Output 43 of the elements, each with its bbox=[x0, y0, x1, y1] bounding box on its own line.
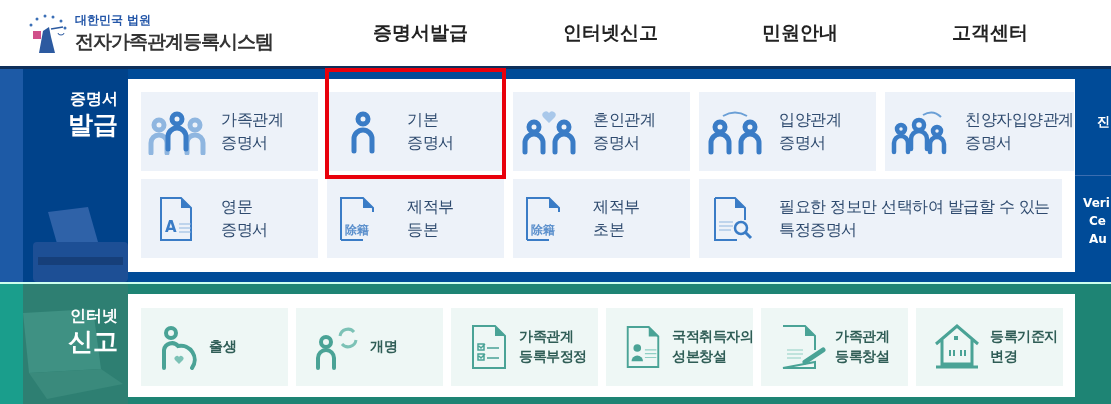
tile-label: 입양관계 증명서 bbox=[779, 109, 841, 154]
certificate-tile[interactable]: 필요한 정보만 선택하여 발급할 수 있는 특정증명서 bbox=[699, 179, 1062, 258]
side-text: 진 bbox=[1097, 113, 1111, 131]
certificate-tile[interactable]: 除籍 제적부 초본 bbox=[513, 179, 690, 258]
tile-label: 출생 bbox=[209, 337, 236, 357]
nav-link[interactable]: 고객센터 bbox=[845, 20, 1085, 46]
tile-label: 가족관계 등록창설 bbox=[835, 327, 889, 366]
report-tile[interactable]: 개명 bbox=[296, 308, 443, 386]
logo-title: 전자가족관계등록시스템 bbox=[75, 28, 273, 54]
nav-link[interactable]: 증명서발급 bbox=[325, 20, 515, 46]
tile-label: 개명 bbox=[370, 337, 397, 357]
certificate-tile[interactable]: 가족관계 증명서 bbox=[141, 92, 318, 171]
tile-label: 영문 증명서 bbox=[221, 196, 268, 241]
certificate-tile[interactable]: 除籍 제적부 등본 bbox=[327, 179, 504, 258]
report-tile[interactable]: 가족관계 등록부정정 bbox=[451, 308, 598, 386]
tile-label: 가족관계 등록부정정 bbox=[519, 327, 587, 366]
certificate-tile[interactable]: 기본 증명서 bbox=[327, 92, 504, 171]
report-tile[interactable]: 출생 bbox=[141, 308, 288, 386]
certificate-tile[interactable]: A 영문 증명서 bbox=[141, 179, 318, 258]
tile-label: 등록기준지 변경 bbox=[990, 327, 1058, 366]
section-title: 인터넷 bbox=[70, 306, 118, 327]
report-tile[interactable]: 가족관계 등록창설 bbox=[761, 308, 908, 386]
section-title: 신고 bbox=[68, 327, 118, 357]
side-text: Au bbox=[1088, 231, 1108, 248]
tile-label: 친양자입양관계 증명서 bbox=[965, 109, 1074, 154]
certificate-tile[interactable]: 혼인관계 증명서 bbox=[513, 92, 690, 171]
tile-label: 가족관계 증명서 bbox=[221, 109, 283, 154]
tile-label: 제적부 초본 bbox=[593, 196, 640, 241]
certificate-tile[interactable]: 친양자입양관계 증명서 bbox=[885, 92, 1074, 171]
logo-subtitle: 대한민국 법원 bbox=[75, 11, 153, 29]
report-tile[interactable]: 국적취득자의 성본창설 bbox=[606, 308, 753, 386]
tile-label: 제적부 등본 bbox=[407, 196, 454, 241]
report-tile[interactable]: 등록기준지 변경 bbox=[916, 308, 1063, 386]
side-text: Ce bbox=[1088, 213, 1107, 230]
tile-label: 기본 증명서 bbox=[407, 109, 454, 154]
side-text: Veri bbox=[1083, 195, 1111, 212]
certificate-tile[interactable]: 입양관계 증명서 bbox=[699, 92, 876, 171]
house-icon bbox=[932, 324, 982, 370]
section-title: 증명서 bbox=[70, 89, 118, 110]
tile-label: 국적취득자의 성본창설 bbox=[672, 327, 753, 366]
section-title: 발급 bbox=[68, 110, 118, 140]
tile-label: 필요한 정보만 선택하여 발급할 수 있는 특정증명서 bbox=[779, 196, 1050, 241]
tile-label: 혼인관계 증명서 bbox=[593, 109, 655, 154]
